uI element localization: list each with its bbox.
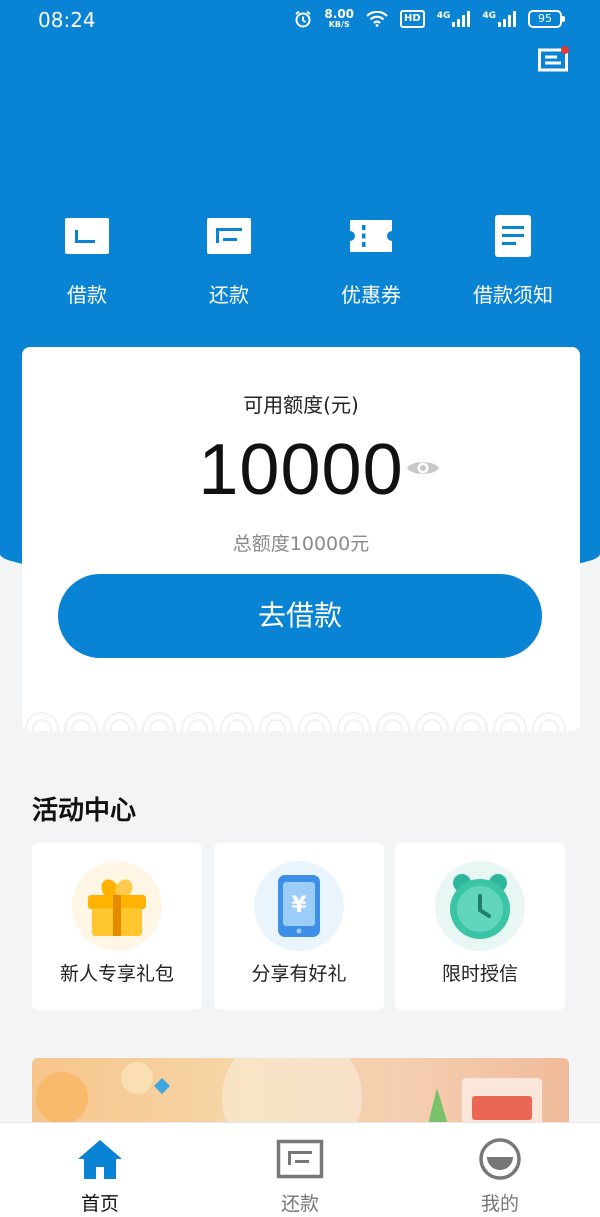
status-time: 08:24 — [38, 8, 96, 32]
network-speed-unit: KB/S — [328, 20, 350, 29]
repay-icon — [276, 1137, 324, 1181]
tab-repay[interactable]: 还款 — [200, 1123, 400, 1217]
activity-card-limited-credit[interactable]: 限时授信 — [395, 843, 565, 1010]
alarm-clock-icon — [435, 861, 525, 951]
tab-profile[interactable]: 我的 — [400, 1123, 600, 1217]
activity-card-share-gift[interactable]: ¥ 分享有好礼 — [214, 843, 384, 1010]
activity-label: 分享有好礼 — [251, 963, 347, 985]
quick-nav-label: 借款须知 — [473, 283, 553, 307]
credit-title: 可用额度(元) — [243, 393, 359, 417]
wifi-icon — [366, 11, 388, 27]
svg-text:¥: ¥ — [291, 893, 307, 918]
credit-total: 总额度10000元 — [232, 533, 370, 555]
quick-nav-notice[interactable]: 借款须知 — [453, 212, 573, 308]
credit-amount: 10000 — [198, 430, 404, 510]
network-speed-value: 8.00 — [324, 7, 355, 21]
borrow-button[interactable]: 去借款 — [58, 574, 542, 658]
loan-icon — [63, 212, 111, 260]
battery-icon: 95 — [528, 10, 565, 28]
signal-icon: 4G — [482, 11, 516, 27]
hd-badge: HD — [400, 10, 425, 28]
tab-label: 还款 — [280, 1193, 319, 1215]
quick-nav-label: 优惠券 — [341, 283, 401, 307]
profile-icon — [476, 1137, 524, 1181]
activity-label: 限时授信 — [441, 963, 518, 985]
home-icon — [76, 1137, 124, 1181]
card-bottom-pattern — [25, 712, 566, 731]
status-bar: 08:24 8.00 KB/S HD 4G 4G 95 — [0, 0, 600, 40]
activity-title: 活动中心 — [32, 796, 137, 826]
notice-icon — [489, 212, 537, 260]
quick-nav-repay[interactable]: 还款 — [169, 212, 289, 308]
credit-card: 可用额度(元) 10000 总额度10000元 去借款 — [22, 347, 580, 731]
quick-nav-loan[interactable]: 借款 — [27, 212, 147, 308]
tab-label: 首页 — [80, 1193, 119, 1215]
promo-banner[interactable] — [32, 1058, 569, 1128]
network-speed: 8.00 KB/S — [324, 7, 355, 29]
signal-icon: 4G — [437, 11, 471, 27]
promo-banner-art — [36, 1058, 542, 1128]
eye-icon[interactable] — [406, 457, 440, 479]
quick-nav-label: 借款 — [67, 283, 107, 307]
bottom-tab-bar: 首页 还款 我的 — [0, 1122, 600, 1217]
activity-label: 新人专享礼包 — [59, 963, 174, 985]
phone-yuan-icon: ¥ — [254, 861, 344, 951]
quick-nav-coupon[interactable]: 优惠券 — [311, 212, 431, 308]
activity-card-newbie-gift[interactable]: 新人专享礼包 — [32, 843, 202, 1010]
coupon-icon — [347, 212, 395, 260]
signal-label: 4G — [482, 11, 496, 21]
quick-nav: 借款 还款 优惠券 借款须知 — [0, 212, 600, 312]
alarm-icon — [294, 10, 312, 28]
repay-icon — [205, 212, 253, 260]
quick-nav-label: 还款 — [209, 283, 249, 307]
message-icon[interactable] — [538, 46, 570, 72]
signal-label: 4G — [436, 11, 451, 21]
tab-label: 我的 — [480, 1193, 519, 1215]
gift-icon — [72, 861, 162, 951]
tab-home[interactable]: 首页 — [0, 1123, 200, 1217]
